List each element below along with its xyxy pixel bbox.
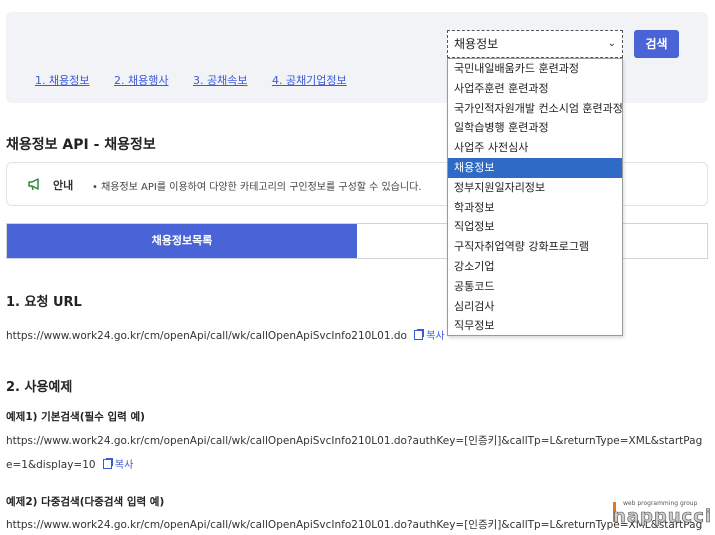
category-dropdown-list[interactable]: 국민내일배움카드 훈련과정 사업주훈련 훈련과정 국가인적자원개발 컨소시엄 훈련과… (447, 58, 623, 336)
category-select[interactable]: 채용정보 ⌄ (447, 30, 623, 58)
link-recruit-info[interactable]: 1. 채용정보 (35, 74, 89, 87)
copy-icon (102, 459, 112, 469)
page-title: 채용정보 API - 채용정보 (6, 137, 156, 153)
megaphone-icon (28, 178, 39, 191)
dropdown-option[interactable]: 직무정보 (448, 316, 622, 336)
watermark-logo: web programming group nappucci (613, 500, 713, 530)
link-public-news[interactable]: 3. 공채속보 (193, 74, 247, 87)
dropdown-option[interactable]: 채용정보 (448, 157, 622, 178)
dropdown-option[interactable]: 사업주 사전심사 (448, 138, 622, 158)
tab-recruit-list[interactable]: 채용정보목록 (7, 224, 357, 258)
dropdown-option[interactable]: 국민내일배움카드 훈련과정 (448, 59, 622, 79)
top-nav-links: 1. 채용정보 2. 채용행사 3. 공채속보 4. 공채기업정보 (35, 72, 368, 88)
copy-button[interactable]: 복사 (102, 459, 133, 471)
dropdown-option[interactable]: 정부지원일자리정보 (448, 178, 622, 198)
example1-url-row2: e=1&display=10 복사 (6, 456, 133, 471)
example1-title: 예제1) 기본검색(필수 입력 예) (6, 411, 145, 423)
dropdown-option[interactable]: 공통코드 (448, 277, 622, 297)
dropdown-option[interactable]: 구직자취업역량 강화프로그램 (448, 237, 622, 257)
example2-title: 예제2) 다중검색(다중검색 입력 예) (6, 496, 165, 508)
example2-url-line1: https://www.work24.go.kr/cm/openApi/call… (6, 519, 703, 531)
chevron-down-icon: ⌄ (607, 38, 616, 49)
dropdown-option[interactable]: 사업주훈련 훈련과정 (448, 79, 622, 99)
copy-icon (414, 330, 424, 340)
dropdown-option[interactable]: 일학습병행 훈련과정 (448, 118, 622, 138)
watermark-text: nappucci (613, 506, 713, 528)
dropdown-option[interactable]: 직업정보 (448, 217, 622, 237)
link-public-company[interactable]: 4. 공채기업정보 (272, 74, 347, 87)
notice-label: 안내 (53, 179, 74, 192)
example1-url-line2: e=1&display=10 (6, 459, 96, 471)
category-select-value: 채용정보 (454, 37, 499, 51)
dropdown-option[interactable]: 국가인적자원개발 컨소시엄 훈련과정 (448, 99, 622, 119)
dropdown-option[interactable]: 심리검사 (448, 297, 622, 317)
request-url-text: https://www.work24.go.kr/cm/openApi/call… (6, 330, 407, 342)
search-button[interactable]: 검색 (634, 30, 679, 58)
dropdown-option[interactable]: 강소기업 (448, 257, 622, 277)
notice-text: • 채용정보 API를 이용하여 다양한 카테고리의 구인정보를 구성할 수 있… (92, 182, 422, 193)
request-url-row: https://www.work24.go.kr/cm/openApi/call… (6, 327, 445, 342)
example1-url-line1: https://www.work24.go.kr/cm/openApi/call… (6, 435, 703, 447)
request-url-heading: 1. 요청 URL (6, 295, 82, 310)
link-recruit-event[interactable]: 2. 채용행사 (114, 74, 168, 87)
usage-heading: 2. 사용예제 (6, 380, 73, 395)
dropdown-option[interactable]: 학과정보 (448, 198, 622, 218)
copy-button[interactable]: 복사 (414, 330, 445, 342)
